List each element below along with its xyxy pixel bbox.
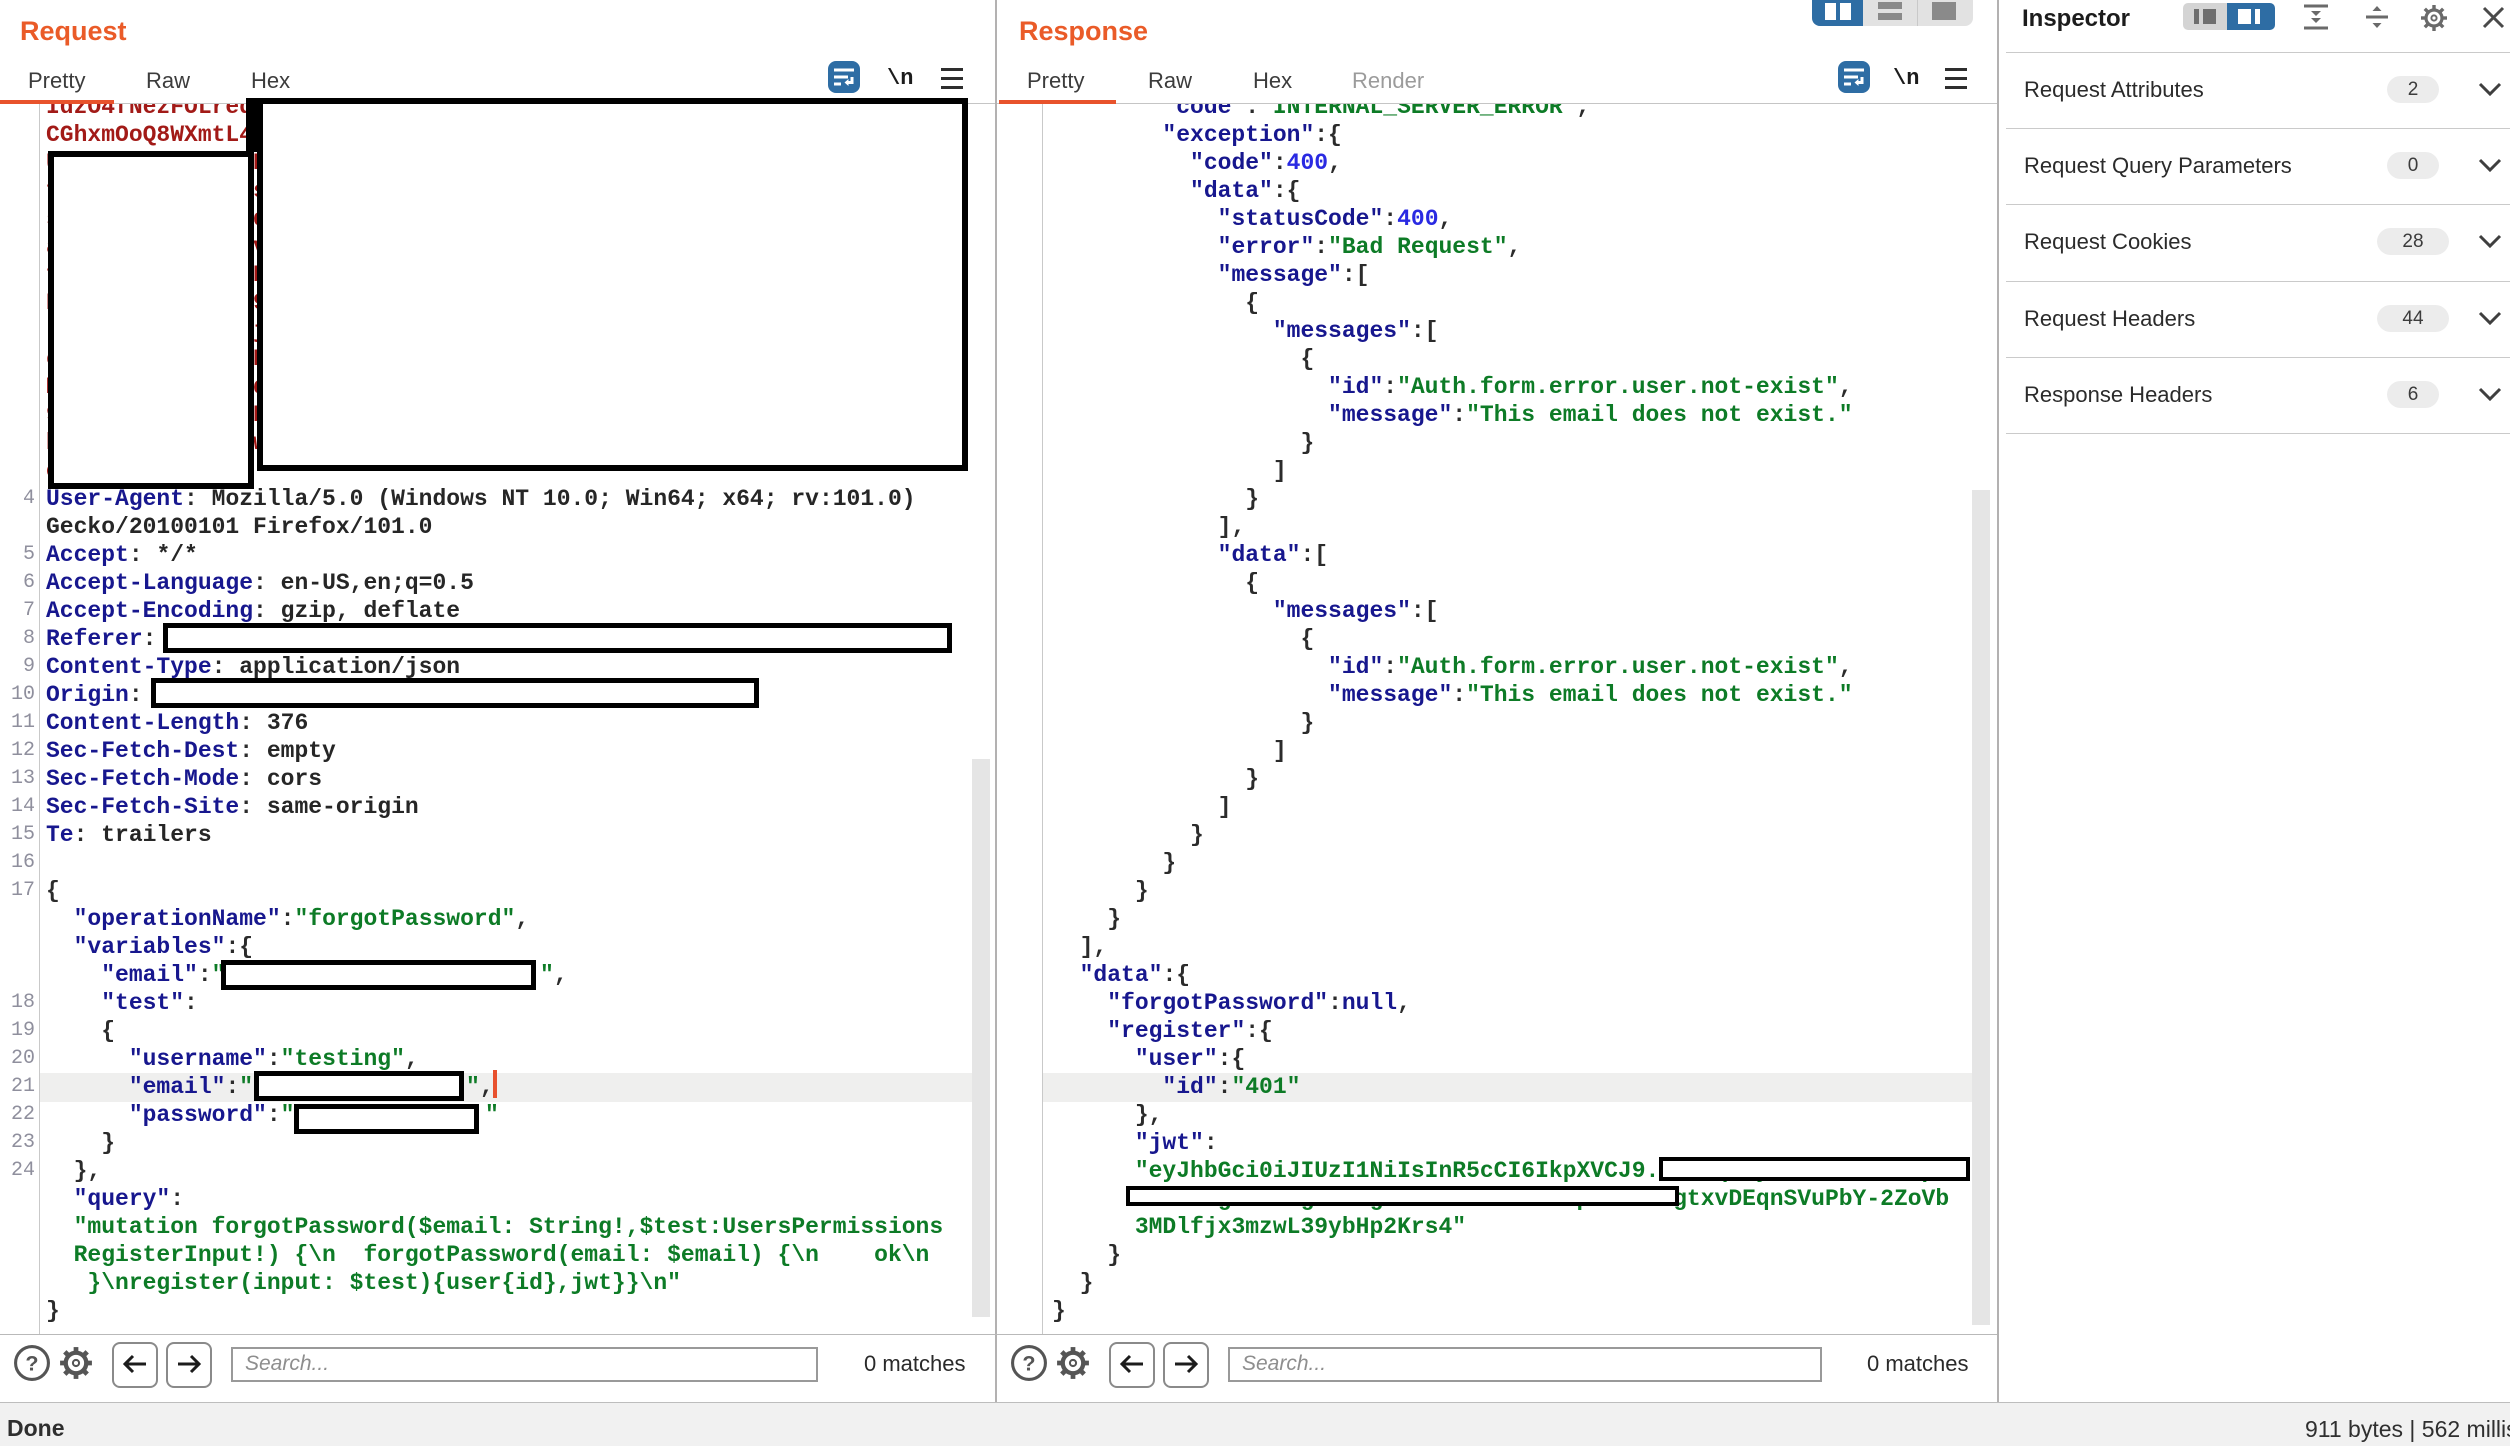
svg-text:?: ?	[1022, 1351, 1035, 1376]
svg-text:?: ?	[25, 1351, 38, 1376]
